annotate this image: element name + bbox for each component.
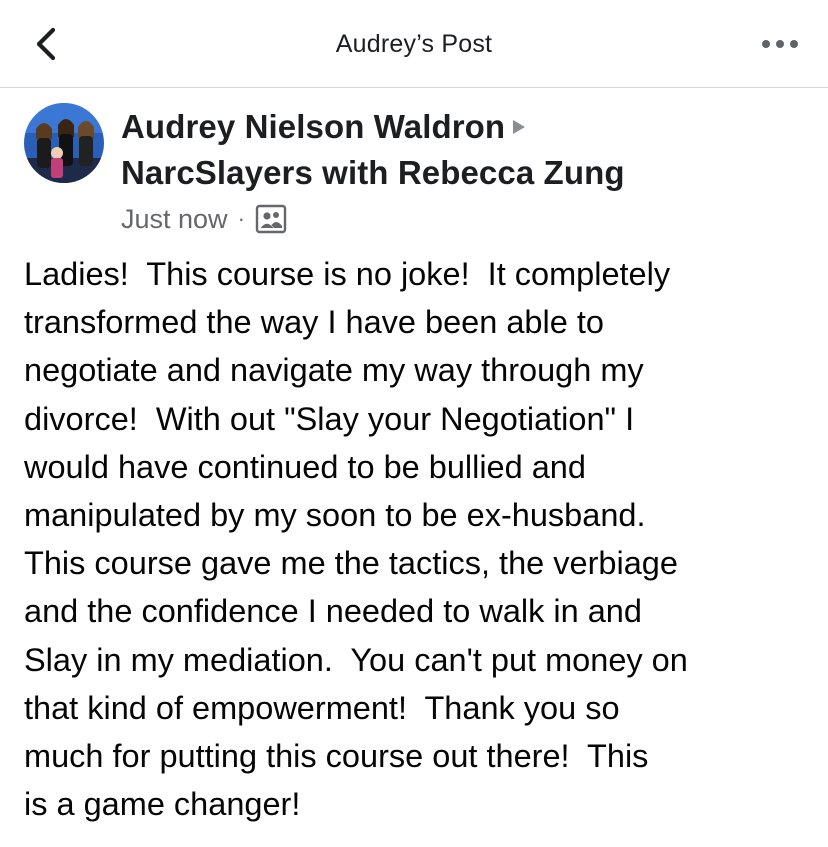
timestamp[interactable]: Just now bbox=[121, 204, 228, 235]
post-body: Ladies! This course is no joke! It compl… bbox=[24, 250, 814, 828]
group-name[interactable]: NarcSlayers with Rebecca Zung bbox=[121, 154, 625, 191]
post-body-line: transformed the way I have been able to bbox=[24, 304, 604, 341]
profile-photo bbox=[24, 103, 104, 183]
post-meta: Just now · bbox=[121, 199, 287, 239]
post-body-line: Ladies! This course is no joke! It compl… bbox=[24, 256, 671, 292]
post-body-line: negotiate and navigate my way through my bbox=[24, 352, 644, 389]
group-members-icon[interactable] bbox=[255, 203, 287, 235]
more-horizontal-icon[interactable] bbox=[760, 34, 804, 54]
post-body-line: much for putting this course out there! … bbox=[24, 738, 649, 775]
post-header: Audrey Nielson Waldron NarcSlayers with … bbox=[121, 104, 811, 196]
post-body-line: is a game changer! bbox=[24, 786, 301, 823]
meta-separator: · bbox=[237, 206, 245, 231]
arrow-right-icon bbox=[513, 120, 526, 135]
author-name[interactable]: Audrey Nielson Waldron bbox=[121, 108, 505, 145]
post-body-line: divorce! With out "Slay your Negotiation… bbox=[24, 400, 635, 437]
post-body-line: manipulated by my soon to be ex-husband. bbox=[24, 497, 646, 534]
post-body-line: that kind of empowerment! Thank you so bbox=[24, 689, 620, 726]
post-body-line: would have continued to be bullied and bbox=[24, 448, 586, 485]
post-body-line: and the confidence I needed to walk in a… bbox=[24, 593, 642, 630]
navigation-bar: Audrey’s Post bbox=[0, 0, 828, 88]
avatar[interactable] bbox=[24, 103, 104, 183]
page-title: Audrey’s Post bbox=[335, 30, 493, 58]
post-body-line: This course gave me the tactics, the ver… bbox=[24, 545, 678, 582]
post-body-line: Slay in my mediation. You can't put mone… bbox=[24, 641, 688, 678]
